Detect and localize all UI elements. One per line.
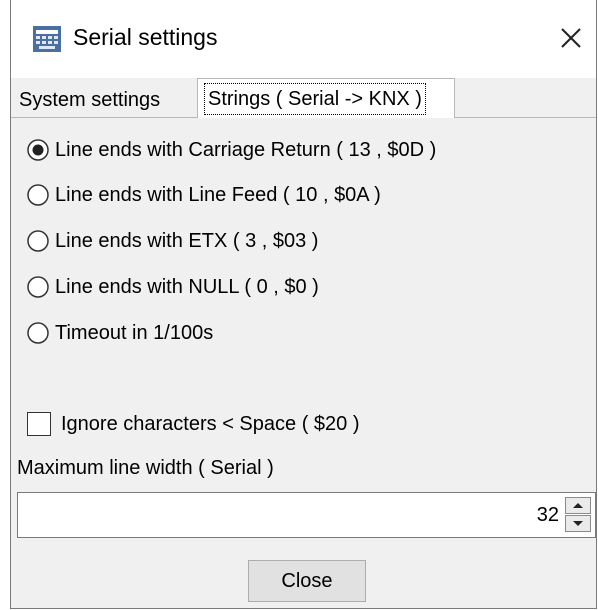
ignore-characters-checkbox[interactable]: Ignore characters < Space ( $20 ) bbox=[27, 409, 360, 439]
radio-unselected-icon bbox=[27, 184, 49, 206]
tab-bar: System settings Strings ( Serial -> KNX … bbox=[11, 78, 596, 118]
tab-system-settings[interactable]: System settings bbox=[13, 81, 197, 118]
title-bar: Serial settings bbox=[11, 0, 596, 78]
radio-unselected-icon bbox=[27, 322, 49, 344]
radio-label: Line ends with NULL ( 0 , $0 ) bbox=[55, 275, 319, 298]
radio-line-feed[interactable]: Line ends with Line Feed ( 10 , $0A ) bbox=[27, 180, 381, 210]
tab-label: System settings bbox=[19, 89, 161, 111]
close-window-icon[interactable] bbox=[556, 20, 586, 54]
max-line-width-label: Maximum line width ( Serial ) bbox=[17, 457, 274, 479]
tab-strings-serial-knx[interactable]: Strings ( Serial -> KNX ) bbox=[197, 78, 455, 118]
radio-unselected-icon bbox=[27, 276, 49, 298]
spinner-buttons bbox=[565, 497, 591, 533]
radio-timeout[interactable]: Timeout in 1/100s bbox=[27, 318, 213, 348]
serial-settings-dialog: Serial settings System settings Strings … bbox=[10, 0, 597, 609]
checkbox-box[interactable] bbox=[27, 412, 51, 436]
close-button[interactable]: Close bbox=[248, 560, 366, 602]
max-line-width-spinner[interactable]: 32 bbox=[17, 492, 596, 538]
arrow-down-icon bbox=[573, 521, 583, 526]
radio-unselected-icon bbox=[27, 230, 49, 252]
radio-label: Timeout in 1/100s bbox=[55, 321, 214, 344]
radio-label: Line ends with ETX ( 3 , $03 ) bbox=[55, 229, 319, 252]
tab-label: Strings ( Serial -> KNX ) bbox=[204, 83, 426, 115]
radio-etx[interactable]: Line ends with ETX ( 3 , $03 ) bbox=[27, 226, 318, 256]
window-title: Serial settings bbox=[73, 24, 218, 50]
radio-label: Line ends with Carriage Return ( 13 , $0… bbox=[55, 138, 437, 161]
radio-selected-icon bbox=[27, 139, 49, 161]
arrow-up-icon bbox=[573, 503, 583, 508]
keyboard-app-icon bbox=[33, 26, 61, 52]
radio-null[interactable]: Line ends with NULL ( 0 , $0 ) bbox=[27, 272, 319, 302]
checkbox-label: Ignore characters < Space ( $20 ) bbox=[61, 412, 360, 435]
spinner-up-button[interactable] bbox=[565, 497, 591, 514]
radio-label: Line ends with Line Feed ( 10 , $0A ) bbox=[55, 183, 381, 206]
spinner-value[interactable]: 32 bbox=[537, 504, 559, 527]
spinner-down-button[interactable] bbox=[565, 515, 591, 532]
radio-carriage-return[interactable]: Line ends with Carriage Return ( 13 , $0… bbox=[27, 135, 436, 165]
